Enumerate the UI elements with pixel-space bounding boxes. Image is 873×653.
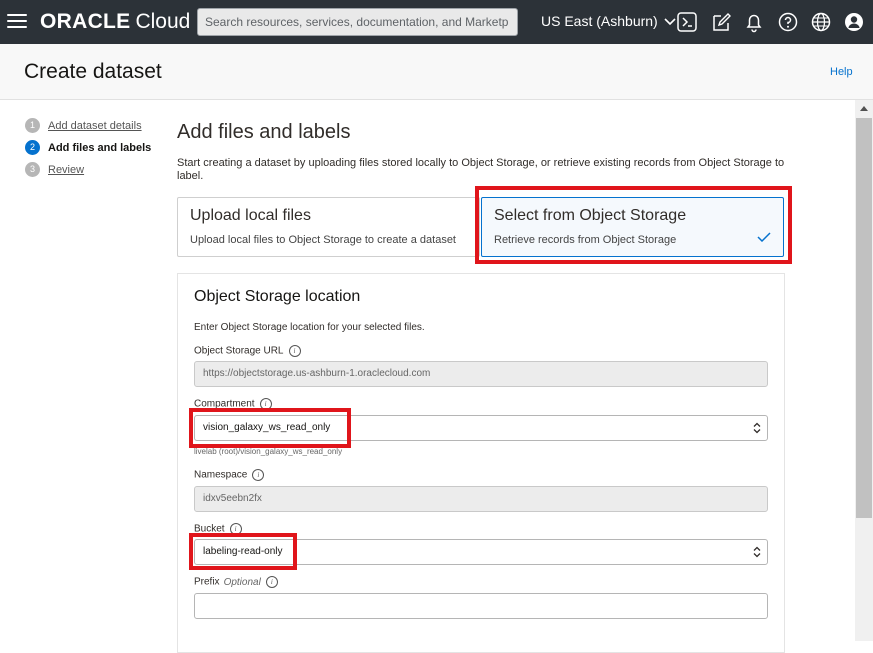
info-icon[interactable]: i bbox=[259, 398, 272, 410]
select-arrows-icon bbox=[753, 422, 761, 434]
option-title: Upload local files bbox=[190, 207, 311, 224]
cloud-shell-icon[interactable] bbox=[676, 11, 698, 33]
field-value: labeling-read-only bbox=[203, 546, 283, 557]
option-title: Select from Object Storage bbox=[494, 207, 687, 224]
option-description: Upload local files to Object Storage to … bbox=[190, 234, 456, 246]
step-number: 1 bbox=[25, 118, 40, 133]
search-input[interactable] bbox=[197, 8, 518, 36]
scroll-up-arrow-icon[interactable] bbox=[855, 100, 873, 117]
field-label-text: Object Storage URL bbox=[194, 345, 284, 357]
namespace-label: Namespace i bbox=[194, 469, 265, 482]
region-selector[interactable]: US East (Ashburn) bbox=[541, 12, 676, 30]
bell-icon[interactable] bbox=[743, 11, 765, 33]
object-storage-url-label: Object Storage URL i bbox=[194, 345, 301, 358]
info-icon[interactable]: i bbox=[229, 523, 242, 535]
select-arrows-icon bbox=[753, 546, 761, 558]
logo-product: Cloud bbox=[135, 10, 191, 33]
upload-local-files-option[interactable]: Upload local files Upload local files to… bbox=[177, 197, 480, 257]
oracle-cloud-logo[interactable]: ORACLE Cloud bbox=[40, 10, 190, 34]
help-icon[interactable] bbox=[777, 11, 799, 33]
option-description: Retrieve records from Object Storage bbox=[494, 234, 677, 246]
panel-title: Object Storage location bbox=[194, 288, 361, 305]
optional-tag: Optional bbox=[223, 576, 261, 588]
user-icon[interactable] bbox=[843, 11, 865, 33]
field-value: vision_galaxy_ws_read_only bbox=[203, 422, 331, 433]
field-label-text: Namespace bbox=[194, 469, 248, 481]
compartment-path: livelab (root)/vision_galaxy_ws_read_onl… bbox=[194, 447, 343, 456]
hamburger-menu-icon[interactable] bbox=[7, 13, 27, 29]
bucket-select[interactable]: labeling-read-only bbox=[194, 539, 768, 565]
page-scrollbar[interactable] bbox=[855, 100, 873, 641]
page-title: Create dataset bbox=[24, 60, 162, 83]
panel-description: Enter Object Storage location for your s… bbox=[194, 322, 425, 333]
field-label-text: Prefix bbox=[194, 576, 220, 588]
select-from-object-storage-option[interactable]: Select from Object Storage Retrieve reco… bbox=[481, 197, 784, 257]
section-intro: Start creating a dataset by uploading fi… bbox=[177, 157, 785, 182]
prefix-label: Prefix Optional i bbox=[194, 576, 278, 589]
globe-icon[interactable] bbox=[810, 11, 832, 33]
edit-icon[interactable] bbox=[710, 11, 732, 33]
step-number: 2 bbox=[25, 140, 40, 155]
compartment-label: Compartment i bbox=[194, 398, 272, 411]
compartment-select[interactable]: vision_galaxy_ws_read_only bbox=[194, 415, 768, 441]
bucket-label: Bucket i bbox=[194, 523, 242, 536]
step-label: Add files and labels bbox=[48, 142, 152, 154]
info-icon[interactable]: i bbox=[288, 345, 301, 357]
region-label: US East (Ashburn) bbox=[541, 13, 658, 29]
field-label-text: Bucket bbox=[194, 523, 225, 535]
namespace-field: idxv5eebn2fx bbox=[194, 486, 768, 512]
field-label-text: Compartment bbox=[194, 398, 255, 410]
field-value: idxv5eebn2fx bbox=[203, 493, 262, 504]
object-storage-url-field: https://objectstorage.us-ashburn-1.oracl… bbox=[194, 361, 768, 387]
top-navigation-bar: ORACLECloud US East (Ashburn) bbox=[0, 0, 873, 44]
info-icon[interactable]: i bbox=[265, 576, 278, 588]
help-link[interactable]: Help bbox=[830, 66, 853, 78]
check-icon bbox=[757, 232, 771, 242]
step-number: 3 bbox=[25, 162, 40, 177]
step-label: Review bbox=[48, 164, 85, 176]
field-value: https://objectstorage.us-ashburn-1.oracl… bbox=[203, 368, 431, 379]
scroll-thumb[interactable] bbox=[856, 118, 872, 518]
logo-brand: ORACLE bbox=[40, 10, 131, 33]
info-icon[interactable]: i bbox=[252, 469, 265, 481]
section-title: Add files and labels bbox=[177, 121, 351, 143]
step-label: Add dataset details bbox=[48, 120, 142, 132]
prefix-input[interactable] bbox=[194, 593, 768, 619]
chevron-down-icon bbox=[664, 18, 676, 26]
